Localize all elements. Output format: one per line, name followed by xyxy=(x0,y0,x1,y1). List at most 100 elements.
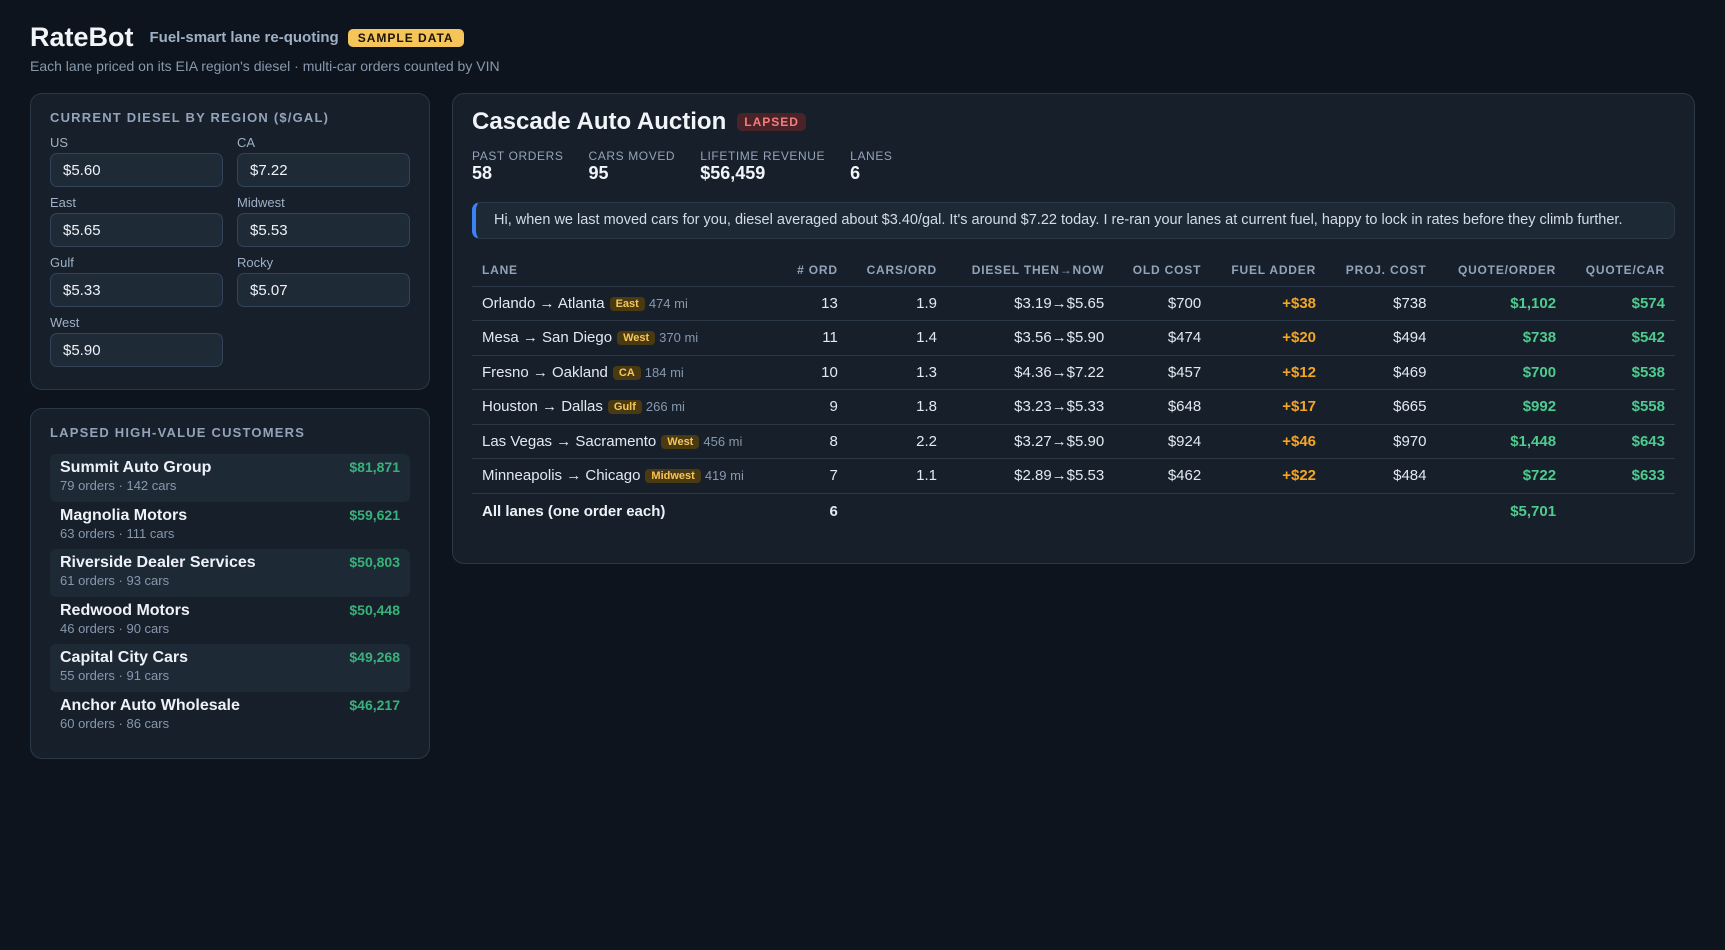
diesel-cell: $4.36→$7.22 xyxy=(946,355,1115,390)
region-badge: CA xyxy=(612,365,641,380)
diesel-input-us[interactable] xyxy=(50,153,223,187)
diesel-label: CA xyxy=(237,135,256,150)
outreach-message: Hi, when we last moved cars for you, die… xyxy=(472,202,1675,239)
quote-car-cell: $542 xyxy=(1566,320,1675,356)
customer-item[interactable]: Anchor Auto Wholesale 60 orders · 86 car… xyxy=(50,692,410,740)
customer-name: Redwood Motors xyxy=(60,601,190,619)
diesel-input-west[interactable] xyxy=(50,333,223,367)
customer-meta: 55 orders · 91 cars xyxy=(60,668,170,683)
column-header: Diesel then→now xyxy=(946,255,1115,287)
diesel-input-rocky[interactable] xyxy=(237,273,410,307)
diesel-label: Rocky xyxy=(237,255,274,270)
stat-cars-moved: Cars moved 95 xyxy=(589,149,676,184)
quote-order-cell: $700 xyxy=(1436,355,1567,390)
customer-name: Capital City Cars xyxy=(60,649,189,666)
status-badge: LAPSED xyxy=(737,113,806,131)
column-header: Quote/Car xyxy=(1566,255,1675,287)
customer-title: Cascade Auto Auction xyxy=(472,108,727,135)
customer-item[interactable]: Capital City Cars 55 orders · 91 cars $4… xyxy=(50,644,410,692)
proj-cost-cell: $970 xyxy=(1326,424,1437,459)
empty-cell xyxy=(1114,493,1211,527)
customer-name: Anchor Auto Wholesale xyxy=(60,696,240,714)
column-header: Lane xyxy=(472,255,782,287)
stat-value: 58 xyxy=(472,163,493,183)
column-header: # Ord xyxy=(781,255,848,287)
quote-order-cell: $992 xyxy=(1436,389,1567,425)
customer-meta: 46 orders · 90 cars xyxy=(60,620,170,636)
stat-past-orders: Past orders 58 xyxy=(472,149,564,184)
cars-per-order-cell: 1.3 xyxy=(847,355,947,390)
quote-car-cell: $574 xyxy=(1566,286,1675,321)
old-cost-cell: $700 xyxy=(1114,286,1212,321)
proj-cost-cell: $738 xyxy=(1326,286,1437,321)
customer-info: Anchor Auto Wholesale 60 orders · 86 car… xyxy=(60,697,240,731)
stat-label: Past orders xyxy=(472,149,564,163)
customer-value: $81,871 xyxy=(349,459,400,475)
customer-item[interactable]: Redwood Motors 46 orders · 90 cars $50,4… xyxy=(50,597,410,645)
lane-cell: Mesa → San Diego West 370 mi xyxy=(472,320,782,356)
diesel-field-us: US xyxy=(50,135,223,195)
fuel-adder-cell: +$17 xyxy=(1211,389,1327,425)
diesel-field-west: West xyxy=(50,315,223,375)
customer-meta: 79 orders · 142 cars xyxy=(60,478,177,493)
lane-cell: Minneapolis → Chicago Midwest 419 mi xyxy=(472,458,782,494)
app-title: RateBot xyxy=(30,22,134,52)
cars-per-order-cell: 1.9 xyxy=(847,286,947,321)
region-badge: Gulf xyxy=(607,400,642,415)
lane-cell: Fresno → Oakland CA 184 mi xyxy=(472,355,782,390)
lane-name: Houston → Dallas xyxy=(482,398,603,416)
customer-value: $59,621 xyxy=(349,506,400,523)
lane-miles: 419 mi xyxy=(704,468,744,484)
customer-value: $50,803 xyxy=(349,554,400,570)
sample-data-badge: SAMPLE DATA xyxy=(347,28,464,47)
stat-label: Lifetime revenue xyxy=(700,149,826,163)
lane-name: Orlando → Atlanta xyxy=(482,294,605,312)
orders-cell: 10 xyxy=(781,355,848,390)
diesel-field-midwest: Midwest xyxy=(237,195,410,255)
customer-item[interactable]: Summit Auto Group 79 orders · 142 cars $… xyxy=(50,454,410,502)
lane-miles: 474 mi xyxy=(648,295,688,311)
fuel-adder-cell: +$20 xyxy=(1211,320,1327,356)
region-badge: Midwest xyxy=(645,469,701,484)
quote-car-cell: $558 xyxy=(1566,389,1675,425)
old-cost-cell: $924 xyxy=(1114,424,1212,459)
empty-cell xyxy=(1566,493,1675,527)
customer-info: Magnolia Motors 63 orders · 111 cars xyxy=(60,507,187,541)
stat-label: Cars moved xyxy=(588,149,676,163)
stat-value: 6 xyxy=(850,163,861,183)
quote-order-cell: $722 xyxy=(1436,458,1567,494)
lane-miles: 266 mi xyxy=(645,399,685,415)
diesel-label: Midwest xyxy=(237,195,285,210)
customer-meta: 61 orders · 93 cars xyxy=(60,573,170,588)
stat-label: Lanes xyxy=(850,149,893,163)
orders-cell: 13 xyxy=(781,286,848,321)
fuel-adder-cell: +$38 xyxy=(1211,286,1327,321)
diesel-input-midwest[interactable] xyxy=(237,213,410,247)
table-row: Fresno → Oakland CA 184 mi 10 1.3 $4.36→$7… xyxy=(472,355,1675,390)
diesel-input-gulf[interactable] xyxy=(50,273,223,307)
lane-cell: Orlando → Atlanta East 474 mi xyxy=(472,286,782,321)
diesel-field-gulf: Gulf xyxy=(50,255,223,315)
cars-per-order-cell: 1.4 xyxy=(847,320,947,356)
customer-item[interactable]: Magnolia Motors 63 orders · 111 cars $59… xyxy=(50,502,410,550)
customer-item[interactable]: Riverside Dealer Services 61 orders · 93… xyxy=(50,549,410,597)
column-header: Proj. cost xyxy=(1326,255,1437,287)
diesel-cell: $2.89→$5.53 xyxy=(946,458,1115,494)
app-header: RateBot Fuel-smart lane re-quoting SAMPL… xyxy=(30,22,500,74)
diesel-label: US xyxy=(50,135,69,150)
orders-cell: 8 xyxy=(781,424,848,459)
customer-info: Summit Auto Group 79 orders · 142 cars xyxy=(60,459,211,493)
table-total-row: All lanes (one order each) 6 $5,701 xyxy=(472,493,1675,527)
diesel-input-ca[interactable] xyxy=(237,153,410,187)
table-row: Mesa → San Diego West 370 mi 11 1.4 $3.56→… xyxy=(472,320,1675,356)
region-badge: West xyxy=(617,331,656,346)
customer-detail-panel: Cascade Auto Auction LAPSED Past orders … xyxy=(452,93,1695,564)
proj-cost-cell: $484 xyxy=(1326,458,1437,494)
orders-cell: 11 xyxy=(781,320,848,356)
customer-info: Riverside Dealer Services 61 orders · 93… xyxy=(60,554,256,588)
lane-name: Minneapolis → Chicago xyxy=(482,467,641,485)
customer-meta: 60 orders · 86 cars xyxy=(60,715,170,731)
cars-per-order-cell: 1.8 xyxy=(847,389,947,425)
diesel-input-east[interactable] xyxy=(50,213,223,247)
quote-car-cell: $633 xyxy=(1566,458,1675,494)
